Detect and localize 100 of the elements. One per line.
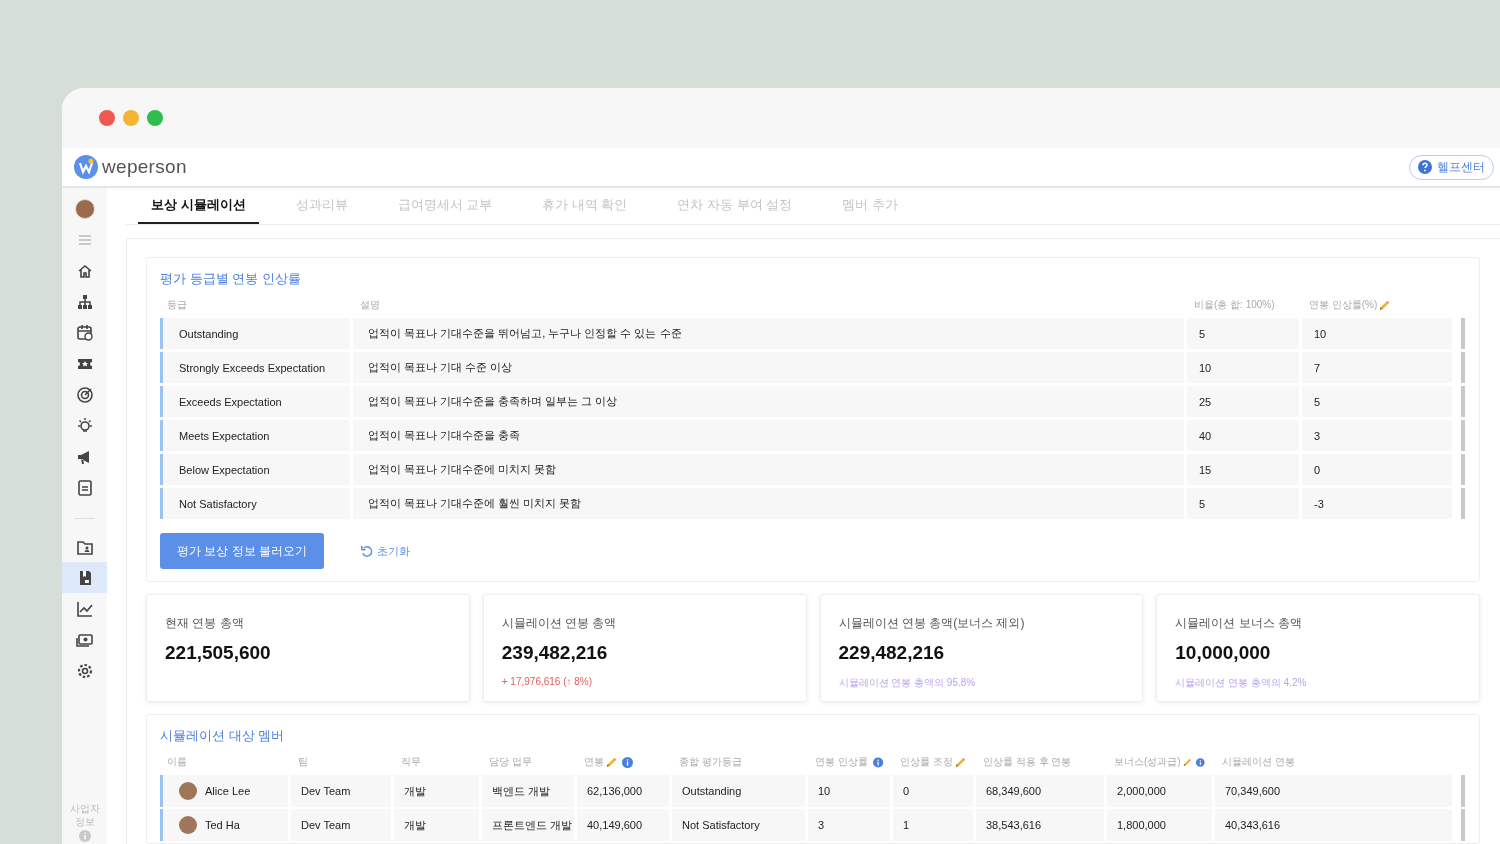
tab[interactable]: 보상 시뮬레이션 bbox=[138, 188, 259, 224]
summary-note: + 17,976,616 (↑ 8%) bbox=[501, 676, 594, 687]
info-icon[interactable] bbox=[622, 756, 633, 768]
table-cell[interactable]: 7 bbox=[1302, 352, 1452, 383]
org-chart-icon bbox=[75, 292, 94, 311]
table-cell: 업적이 목표나 기대수준에 훨씬 미치지 못함 bbox=[353, 488, 1184, 519]
table-cell: 25 bbox=[1187, 386, 1299, 417]
column-header: 담당 업무 bbox=[489, 755, 532, 769]
table-cell: 업적이 목표나 기대 수준 이상 bbox=[353, 352, 1184, 383]
scrollbar[interactable] bbox=[1461, 454, 1465, 485]
column-header: 등급 bbox=[167, 298, 187, 312]
column-header: 이름 bbox=[167, 755, 187, 769]
summary-title: 시뮬레이션 연봉 총액(보너스 제외) bbox=[838, 615, 1026, 632]
table-cell: 업적이 목표나 기대수준을 뛰어넘고, 누구나 인정할 수 있는 수준 bbox=[353, 318, 1184, 349]
reset-button[interactable]: 초기화 bbox=[354, 542, 416, 560]
document-icon bbox=[75, 478, 94, 497]
summary-note: 시뮬레이션 연봉 총액의 95.8% bbox=[838, 676, 977, 690]
table-cell[interactable]: 10 bbox=[1302, 318, 1452, 349]
column-header: 직무 bbox=[401, 755, 421, 769]
summary-note: 시뮬레이션 연봉 총액의 4.2% bbox=[1175, 676, 1308, 690]
column-header: 연봉 인상률 bbox=[815, 755, 868, 769]
table-cell: 2,000,000 bbox=[1107, 775, 1212, 807]
column-header: 비율(총 합: 100%) bbox=[1194, 298, 1275, 312]
table-cell[interactable]: 0 bbox=[1302, 454, 1452, 485]
table-cell[interactable]: 5 bbox=[1302, 386, 1452, 417]
table-cell: 업적이 목표나 기대수준을 충족하며 일부는 그 이상 bbox=[353, 386, 1184, 417]
summary-value: 239,482,216 bbox=[501, 642, 609, 664]
table-cell: 개발 bbox=[394, 809, 479, 841]
table-cell: 68,349,600 bbox=[976, 775, 1104, 807]
table-cell: 0 bbox=[893, 775, 973, 807]
member-name: Ted Ha bbox=[205, 819, 240, 831]
table-cell: 5 bbox=[1187, 488, 1299, 519]
table-cell[interactable]: -3 bbox=[1302, 488, 1452, 519]
table-cell: Meets Expectation bbox=[160, 420, 350, 451]
column-header: 보너스(성과급) bbox=[1114, 755, 1181, 769]
help-center-button[interactable]: 헬프센터 bbox=[1409, 154, 1494, 180]
table-cell: Below Expectation bbox=[160, 454, 350, 485]
lightbulb-icon bbox=[75, 416, 94, 435]
load-evaluation-button[interactable]: 평가 보상 정보 불러오기 bbox=[160, 533, 324, 569]
table-cell: 5 bbox=[1187, 318, 1299, 349]
table-cell: Not Satisfactory bbox=[160, 488, 350, 519]
column-header: 연봉 bbox=[584, 755, 604, 769]
summary-title: 시뮬레이션 보너스 총액 bbox=[1175, 615, 1303, 632]
column-header: 인상률 적용 후 연봉 bbox=[983, 755, 1072, 769]
member-name: Alice Lee bbox=[205, 785, 251, 797]
pencil-icon bbox=[1379, 299, 1391, 311]
pencil-icon bbox=[954, 756, 966, 768]
table-cell: 1 bbox=[893, 809, 973, 841]
table-cell: Exceeds Expectation bbox=[160, 386, 350, 417]
column-header: 팀 bbox=[298, 755, 308, 769]
table-cell: Dev Team bbox=[291, 809, 391, 841]
close-window-button[interactable] bbox=[99, 110, 115, 126]
app-logo-text: weperson bbox=[102, 156, 187, 178]
pencil-icon bbox=[1182, 756, 1192, 768]
scrollbar[interactable] bbox=[1461, 318, 1465, 349]
summary-value: 221,505,600 bbox=[165, 642, 272, 664]
table-cell: 40,343,616 bbox=[1215, 809, 1452, 841]
reset-icon bbox=[360, 544, 373, 558]
summary-value: 10,000,000 bbox=[1175, 642, 1272, 664]
table-cell: Outstanding bbox=[672, 775, 805, 807]
settings-icon bbox=[75, 661, 94, 680]
table-cell: 업적이 목표나 기대수준을 충족 bbox=[353, 420, 1184, 451]
scrollbar[interactable] bbox=[1461, 352, 1465, 383]
table-cell: 백엔드 개발 bbox=[482, 775, 574, 807]
table-cell: Outstanding bbox=[160, 318, 350, 349]
maximize-window-button[interactable] bbox=[147, 110, 163, 126]
summary-value: 229,482,216 bbox=[838, 642, 946, 664]
help-icon bbox=[1418, 160, 1432, 174]
member-avatar bbox=[179, 782, 197, 800]
user-avatar[interactable] bbox=[74, 198, 95, 219]
scrollbar[interactable] bbox=[1461, 420, 1465, 451]
column-header: 시뮬레이션 연봉 bbox=[1222, 755, 1295, 769]
column-header: 인상률 조정 bbox=[900, 755, 953, 769]
table-cell: 40,149,600 bbox=[577, 809, 669, 841]
column-header: 연봉 인상률(%) bbox=[1309, 298, 1378, 312]
table-cell: 15 bbox=[1187, 454, 1299, 485]
scrollbar[interactable] bbox=[1461, 809, 1465, 841]
info-icon[interactable] bbox=[872, 756, 883, 768]
scrollbar[interactable] bbox=[1461, 488, 1465, 519]
table-cell: 62,136,000 bbox=[577, 775, 669, 807]
scrollbar[interactable] bbox=[1461, 386, 1465, 417]
scrollbar[interactable] bbox=[1461, 775, 1465, 807]
column-header: 설명 bbox=[360, 298, 380, 312]
line-chart-icon bbox=[75, 599, 94, 618]
table-cell: 프론트엔드 개발 bbox=[482, 809, 574, 841]
summary-title: 현재 연봉 총액 bbox=[165, 615, 245, 632]
table-cell: 10 bbox=[808, 775, 890, 807]
target-icon bbox=[75, 385, 94, 404]
sidebar-item[interactable] bbox=[62, 562, 107, 593]
logo-icon bbox=[74, 155, 98, 179]
table-cell[interactable]: 3 bbox=[1302, 420, 1452, 451]
table-cell: 업적이 목표나 기대수준에 미치지 못함 bbox=[353, 454, 1184, 485]
table-cell: 10 bbox=[1187, 352, 1299, 383]
table-cell: 개발 bbox=[394, 775, 479, 807]
info-icon[interactable] bbox=[1196, 756, 1205, 768]
table-cell: 70,349,600 bbox=[1215, 775, 1452, 807]
section-title: 시뮬레이션 대상 멤버 bbox=[160, 727, 286, 745]
summary-title: 시뮬레이션 연봉 총액 bbox=[501, 615, 618, 632]
calendar-icon bbox=[75, 323, 94, 342]
table-cell: 40 bbox=[1187, 420, 1299, 451]
